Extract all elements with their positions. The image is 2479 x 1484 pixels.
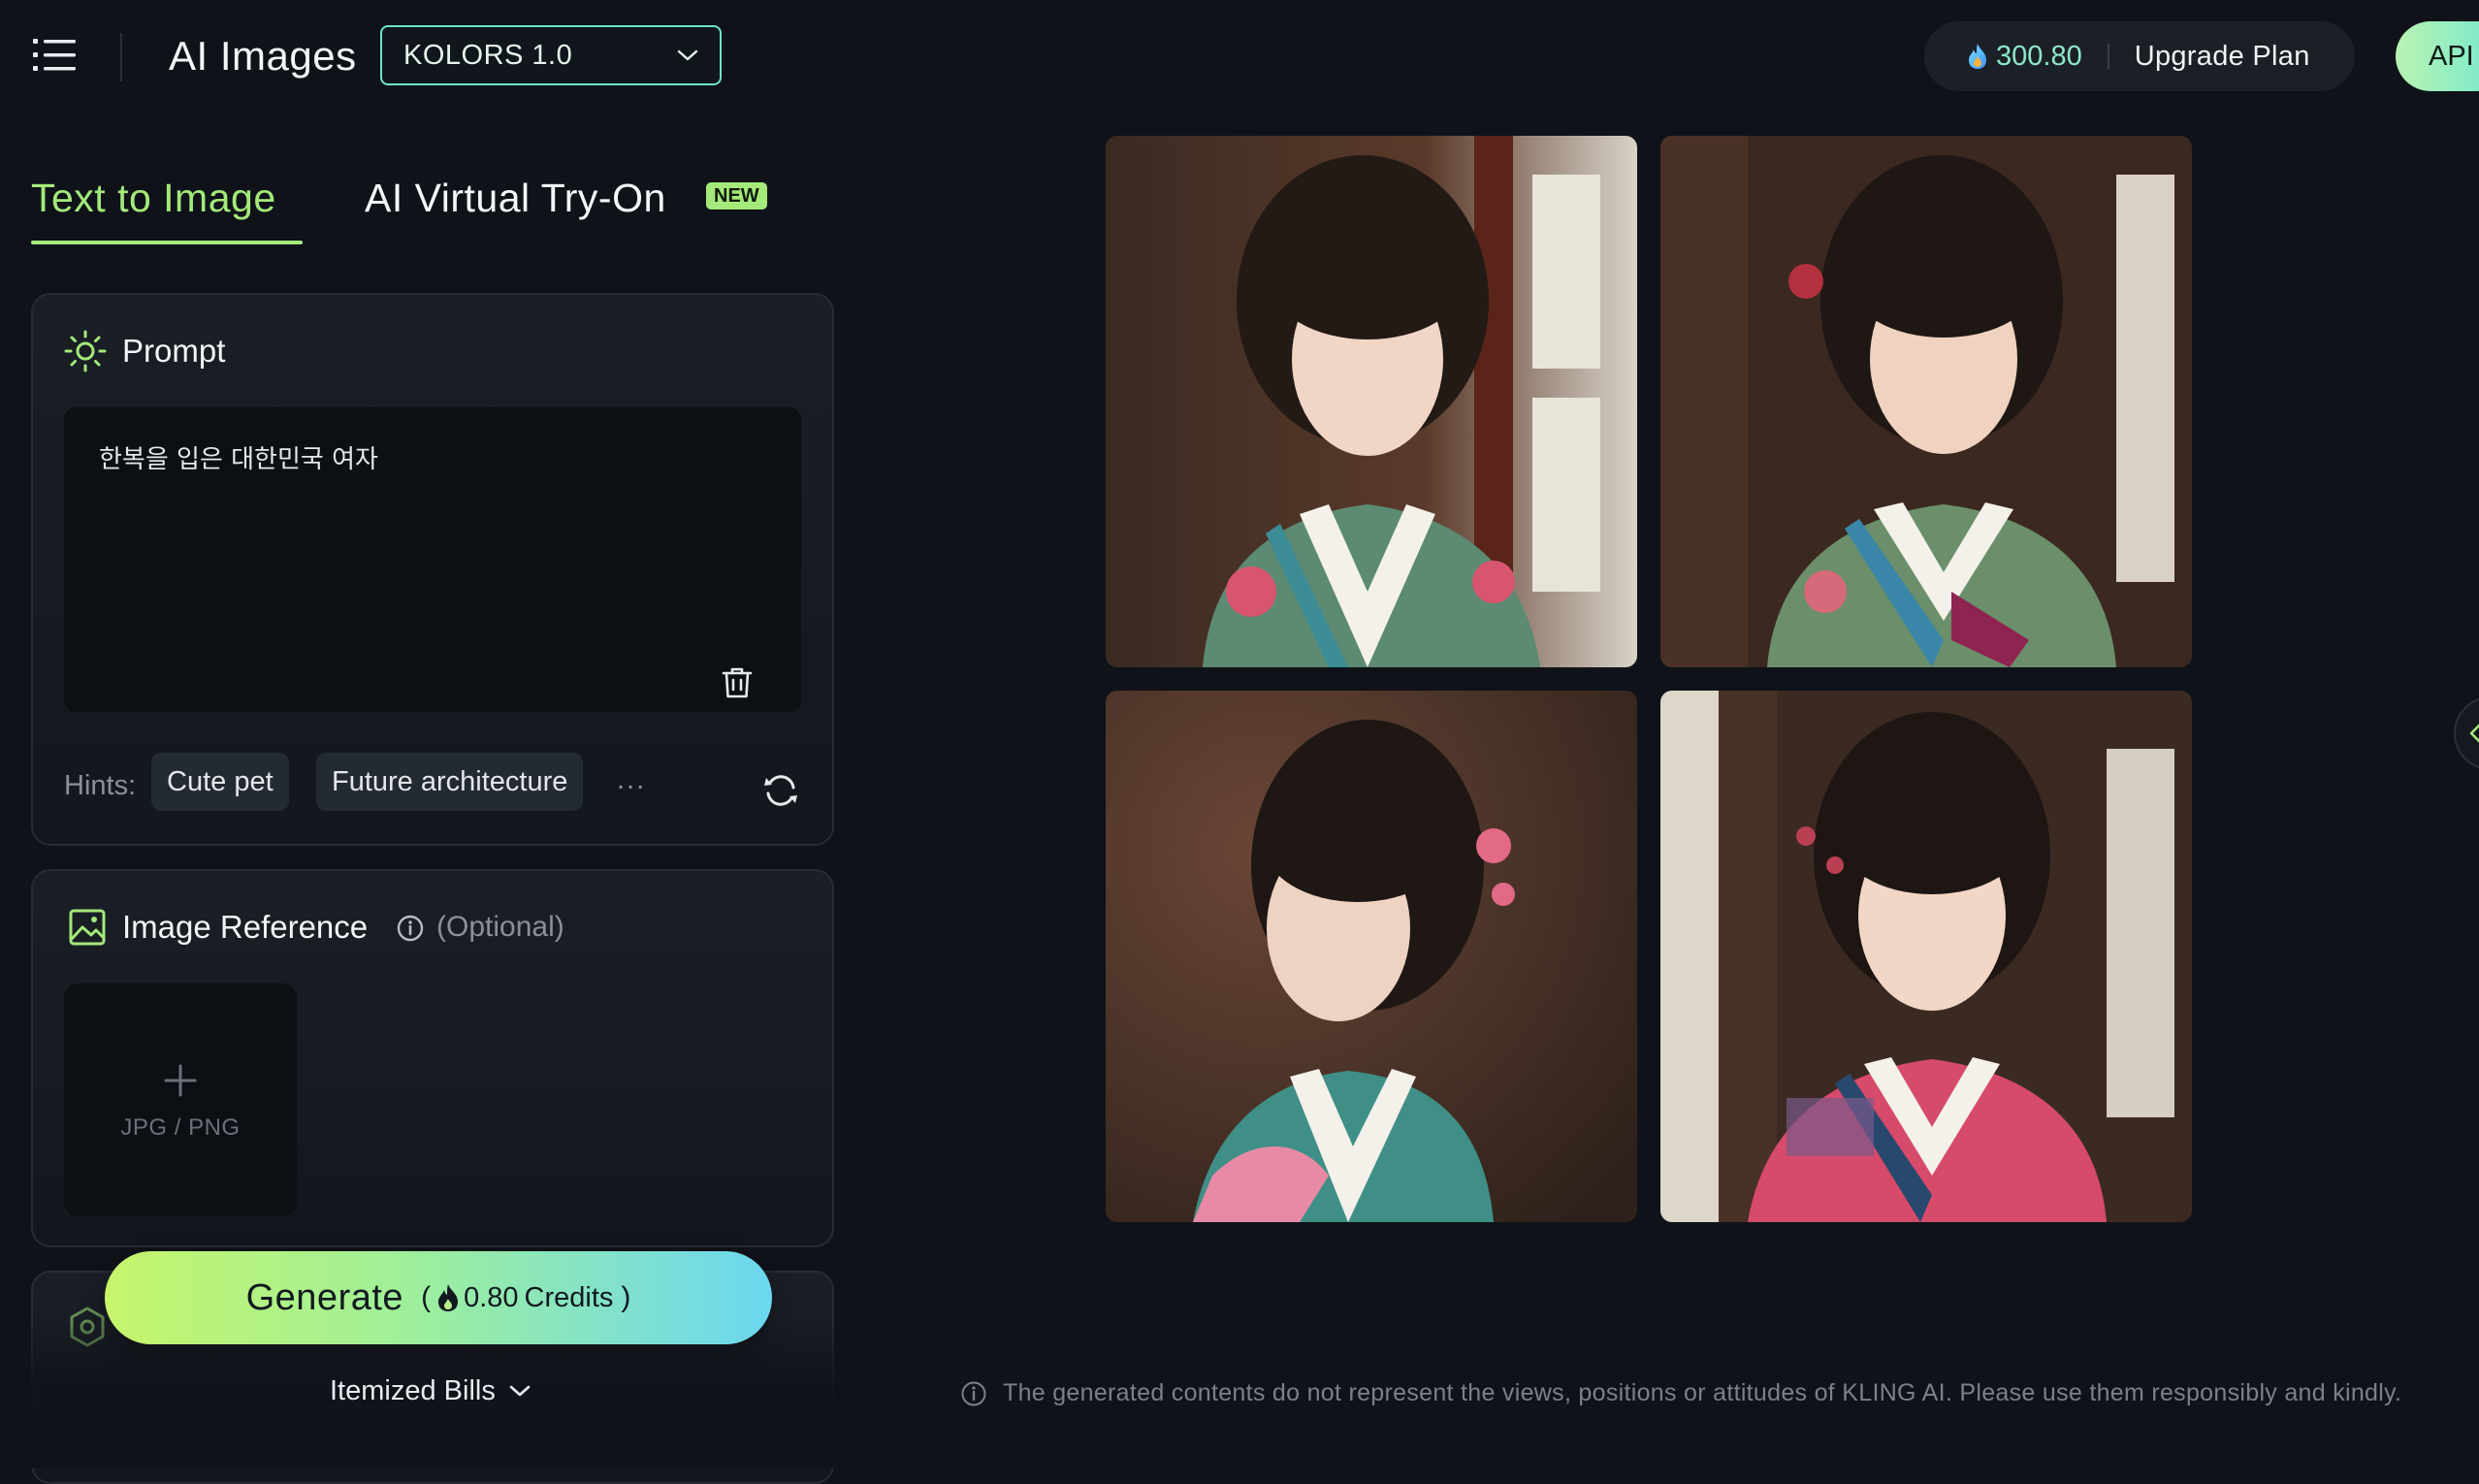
hint-chip[interactable]: Cute pet bbox=[151, 753, 289, 811]
generate-close-paren: ) bbox=[621, 1281, 631, 1313]
image-icon bbox=[69, 909, 106, 946]
generate-open-paren: ( bbox=[421, 1281, 432, 1313]
generated-image[interactable] bbox=[1660, 136, 2192, 667]
side-panel-toggle[interactable] bbox=[2454, 696, 2479, 770]
prompt-textarea[interactable]: 한복을 입은 대한민국 여자 bbox=[64, 407, 801, 712]
prompt-text: 한복을 입은 대한민국 여자 bbox=[99, 445, 378, 474]
disclaimer-text: The generated contents do not represent … bbox=[1003, 1379, 2402, 1406]
menu-icon[interactable] bbox=[33, 37, 76, 74]
itemized-bills-label: Itemized Bills bbox=[330, 1375, 496, 1406]
hints-label: Hints: bbox=[64, 770, 137, 801]
generate-label: Generate bbox=[245, 1276, 404, 1318]
more-hints[interactable]: ... bbox=[617, 764, 646, 796]
tab-ai-virtual-try-on[interactable]: AI Virtual Try-On bbox=[365, 173, 666, 223]
credits-pill: 300.80 Upgrade Plan bbox=[1924, 21, 2355, 91]
upload-format-label: JPG / PNG bbox=[120, 1114, 241, 1141]
tab-text-to-image[interactable]: Text to Image bbox=[31, 173, 276, 223]
credits-amount: 300.80 bbox=[1996, 40, 2082, 72]
sun-icon bbox=[64, 330, 107, 372]
active-tab-indicator bbox=[31, 241, 303, 244]
info-icon bbox=[961, 1381, 986, 1405]
trash-icon[interactable] bbox=[720, 665, 755, 700]
chevron-down-icon bbox=[509, 1385, 531, 1397]
flame-icon bbox=[1969, 44, 1986, 69]
refresh-icon[interactable] bbox=[762, 772, 799, 809]
chevron-down-icon bbox=[677, 49, 698, 61]
generated-image[interactable] bbox=[1106, 691, 1637, 1222]
itemized-bills-toggle[interactable]: Itemized Bills bbox=[330, 1371, 531, 1410]
generate-cost: 0.80 bbox=[464, 1281, 519, 1313]
model-select-value: KOLORS 1.0 bbox=[403, 39, 573, 71]
upgrade-plan-button[interactable]: Upgrade Plan bbox=[2135, 41, 2310, 73]
hint-chip[interactable]: Future architecture bbox=[316, 753, 584, 811]
chevron-left-icon bbox=[2469, 724, 2479, 743]
generated-image[interactable] bbox=[1106, 136, 1637, 667]
disclaimer: The generated contents do not represent … bbox=[960, 1379, 2401, 1407]
generated-image[interactable] bbox=[1660, 691, 2192, 1222]
plus-icon bbox=[164, 1064, 197, 1097]
new-badge: NEW bbox=[706, 182, 767, 210]
generate-button[interactable]: Generate ( 0.80 Credits ) bbox=[105, 1251, 772, 1344]
generate-cost-unit: Credits bbox=[524, 1281, 614, 1313]
optional-label: (Optional) bbox=[436, 911, 564, 943]
model-select[interactable]: KOLORS 1.0 bbox=[380, 25, 722, 85]
api-button[interactable]: API bbox=[2396, 21, 2479, 91]
prompt-title: Prompt bbox=[122, 333, 226, 369]
info-icon[interactable] bbox=[396, 914, 425, 943]
flame-icon bbox=[438, 1284, 459, 1311]
credits-divider bbox=[2107, 44, 2109, 69]
topbar-divider bbox=[120, 33, 122, 81]
image-upload-dropzone[interactable]: JPG / PNG bbox=[64, 984, 297, 1216]
image-reference-title: Image Reference bbox=[122, 909, 369, 945]
app-title: AI Images bbox=[169, 33, 357, 79]
